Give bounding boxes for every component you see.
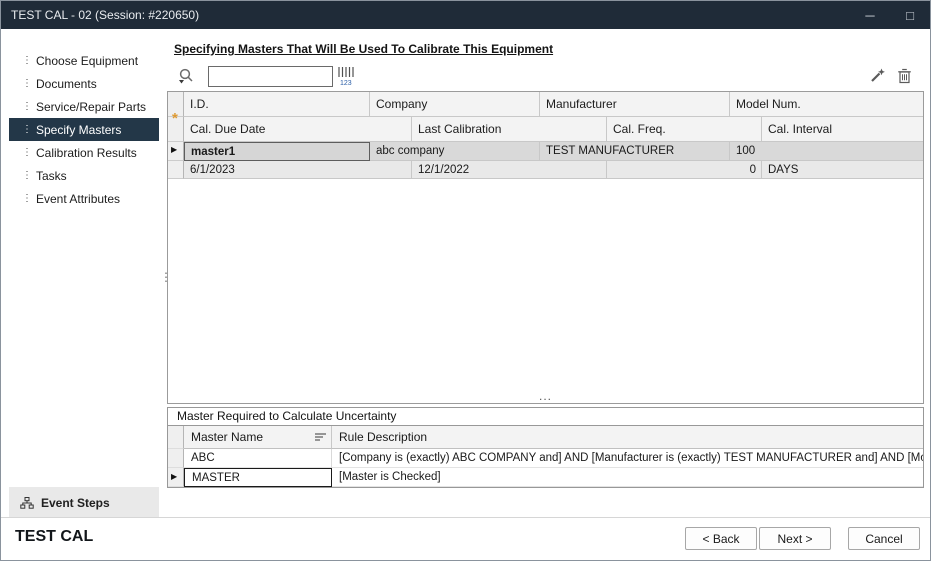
- sidebar-item-documents[interactable]: ⋮ Documents: [9, 72, 159, 95]
- sidebar-item-specify-masters[interactable]: ⋮ Specify Masters: [9, 118, 159, 141]
- title-bar: TEST CAL - 02 (Session: #220650) ─ □: [1, 1, 930, 29]
- sitemap-icon: [20, 497, 34, 509]
- sidebar-item-service-repair-parts[interactable]: ⋮ Service/Repair Parts: [9, 95, 159, 118]
- barcode-123-icon[interactable]: 123: [336, 65, 356, 87]
- header-band-2: * Cal. Due Date Last Calibration Cal. Fr…: [168, 117, 923, 142]
- cell-rule-description[interactable]: [Master is Checked]: [332, 468, 923, 487]
- column-header-last-calibration[interactable]: Last Calibration: [412, 117, 607, 142]
- column-header-master-name[interactable]: Master Name: [184, 426, 332, 449]
- master-row-band-1[interactable]: ▶ master1 abc company TEST MANUFACTURER …: [168, 142, 923, 161]
- column-header-cal-due-date[interactable]: Cal. Due Date: [184, 117, 412, 142]
- cell-model-num[interactable]: 100: [730, 142, 923, 161]
- cell-id[interactable]: master1: [184, 142, 370, 161]
- column-header-cal-freq[interactable]: Cal. Freq.: [607, 117, 762, 142]
- current-row-arrow-icon: ▶: [171, 472, 177, 481]
- maximize-button[interactable]: □: [890, 1, 930, 29]
- sidebar-item-calibration-results[interactable]: ⋮ Calibration Results: [9, 141, 159, 164]
- delete-icon[interactable]: [897, 67, 912, 84]
- new-row-marker-icon: *: [172, 110, 178, 127]
- uncertainty-header-row: Master Name Rule Description: [168, 426, 923, 449]
- event-steps-label: Event Steps: [41, 496, 110, 510]
- minimize-button[interactable]: ─: [850, 1, 890, 29]
- main-panel: Specifying Masters That Will Be Used To …: [167, 39, 924, 519]
- cell-cal-freq[interactable]: 0: [607, 161, 762, 179]
- masters-toolbar: 123: [167, 63, 924, 91]
- column-header-manufacturer[interactable]: Manufacturer: [540, 92, 730, 117]
- sidebar-item-tasks[interactable]: ⋮ Tasks: [9, 164, 159, 187]
- sort-ascending-icon: [314, 432, 327, 442]
- current-row-arrow-icon: ▶: [171, 145, 177, 154]
- uncertainty-panel: Master Required to Calculate Uncertainty…: [167, 407, 924, 488]
- column-header-cal-interval[interactable]: Cal. Interval: [762, 117, 923, 142]
- header-band-1: I.D. Company Manufacturer Model Num.: [168, 92, 923, 117]
- grip-dots-icon: ⋮: [22, 171, 27, 181]
- wand-icon[interactable]: [869, 67, 886, 84]
- grip-dots-icon: ⋮: [22, 102, 27, 112]
- row-indicator-header: *: [168, 117, 184, 142]
- cell-rule-description[interactable]: [Company is (exactly) ABC COMPANY and] A…: [332, 449, 923, 468]
- cell-manufacturer[interactable]: TEST MANUFACTURER: [540, 142, 730, 161]
- sidebar-item-label: Choose Equipment: [36, 54, 138, 68]
- row-indicator: [168, 161, 184, 179]
- page-title: Specifying Masters That Will Be Used To …: [174, 42, 553, 56]
- wizard-buttons: < Back Next > Cancel: [685, 527, 920, 550]
- column-header-model-num[interactable]: Model Num.: [730, 92, 923, 117]
- app-name: TEST CAL: [15, 528, 93, 546]
- sidebar-item-label: Specify Masters: [36, 123, 121, 137]
- sidebar-item-label: Service/Repair Parts: [36, 100, 146, 114]
- barcode-digits: 123: [340, 80, 352, 87]
- footer-bar: TEST CAL < Back Next > Cancel: [1, 517, 930, 560]
- sidebar-item-event-attributes[interactable]: ⋮ Event Attributes: [9, 187, 159, 210]
- sidebar-item-choose-equipment[interactable]: ⋮ Choose Equipment: [9, 49, 159, 72]
- grip-dots-icon: ⋮: [22, 56, 27, 66]
- cell-company[interactable]: abc company: [370, 142, 540, 161]
- cancel-button[interactable]: Cancel: [848, 527, 920, 550]
- row-indicator: ▶: [168, 468, 184, 487]
- search-icon[interactable]: [177, 67, 196, 86]
- sidebar-item-label: Calibration Results: [36, 146, 137, 160]
- grip-dots-icon: ⋮: [22, 125, 27, 135]
- masters-grid: I.D. Company Manufacturer Model Num. * C…: [167, 91, 924, 404]
- cell-master-name-editing[interactable]: MASTER: [184, 468, 332, 487]
- row-indicator: ▶: [168, 142, 184, 161]
- uncertainty-row-master[interactable]: ▶ MASTER [Master is Checked]: [168, 468, 923, 487]
- cell-cal-due-date[interactable]: 6/1/2023: [184, 161, 412, 179]
- sidebar-item-label: Documents: [36, 77, 97, 91]
- next-button[interactable]: Next >: [759, 527, 831, 550]
- uncertainty-row-abc[interactable]: ABC [Company is (exactly) ABC COMPANY an…: [168, 449, 923, 468]
- sidebar-item-label: Tasks: [36, 169, 67, 183]
- window-title: TEST CAL - 02 (Session: #220650): [1, 8, 199, 22]
- cell-master-name[interactable]: ABC: [184, 449, 332, 468]
- column-header-company[interactable]: Company: [370, 92, 540, 117]
- grip-dots-icon: ⋮: [22, 194, 27, 204]
- sidebar-item-label: Event Attributes: [36, 192, 120, 206]
- cell-last-calibration[interactable]: 12/1/2022: [412, 161, 607, 179]
- row-indicator-header: [168, 426, 184, 449]
- uncertainty-grid: Master Name Rule Description ABC: [167, 426, 924, 488]
- master-row-band-2[interactable]: 6/1/2023 12/1/2022 0 DAYS: [168, 161, 923, 179]
- event-steps-button[interactable]: Event Steps: [9, 487, 159, 519]
- grip-dots-icon: ⋮: [22, 79, 27, 89]
- window-controls: ─ □: [850, 1, 930, 29]
- sidebar: ⋮ Choose Equipment ⋮ Documents ⋮ Service…: [9, 39, 159, 519]
- back-button[interactable]: < Back: [685, 527, 757, 550]
- column-header-rule-description[interactable]: Rule Description: [332, 426, 923, 449]
- panel-splitter-handle[interactable]: ...: [539, 389, 552, 403]
- app-window: TEST CAL - 02 (Session: #220650) ─ □ ⋮ C…: [0, 0, 931, 561]
- row-indicator: [168, 449, 184, 468]
- uncertainty-panel-title: Master Required to Calculate Uncertainty: [167, 407, 924, 426]
- cell-cal-interval[interactable]: DAYS: [762, 161, 923, 179]
- search-input[interactable]: [208, 66, 333, 87]
- column-header-id[interactable]: I.D.: [184, 92, 370, 117]
- grip-dots-icon: ⋮: [22, 148, 27, 158]
